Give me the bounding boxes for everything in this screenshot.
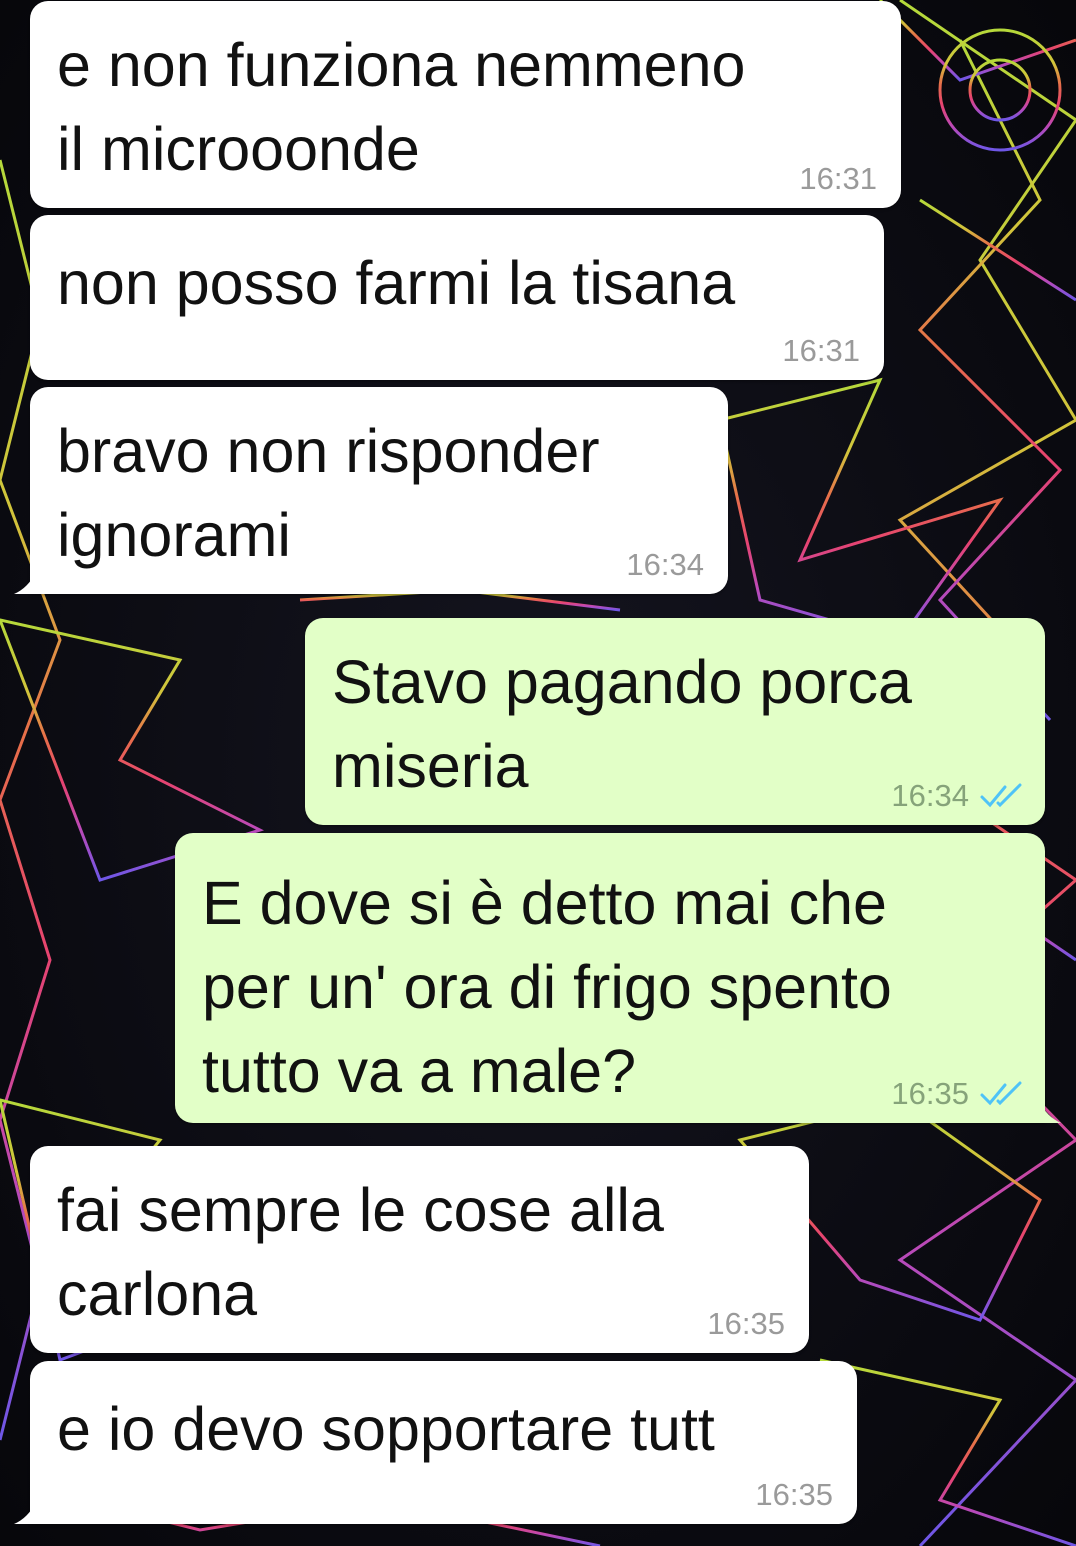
message-text: bravo non risponder ignorami (57, 417, 600, 569)
bubble-tail-icon (1039, 1101, 1061, 1123)
message-bubble-incoming[interactable]: e non funziona nemmeno il microoonde 16:… (30, 1, 901, 208)
message-timestamp: 16:35 (891, 1076, 969, 1111)
message-bubble-incoming[interactable]: non posso farmi la tisana 16:31 (30, 215, 884, 380)
message-text: e non funziona nemmeno il microoonde (57, 31, 746, 183)
message-timestamp: 16:31 (782, 333, 860, 368)
message-bubble-incoming[interactable]: e io devo sopportare tutt 16:35 (14, 1361, 857, 1524)
double-check-icon (980, 1081, 1022, 1106)
message-timestamp: 16:34 (891, 778, 969, 813)
message-text: fai sempre le cose alla carlona (57, 1176, 664, 1328)
message-bubble-outgoing[interactable]: E dove si è detto mai che per un' ora di… (175, 833, 1061, 1123)
conversation[interactable]: e non funziona nemmeno il microoonde 16:… (0, 0, 1076, 1546)
message-bubble-incoming[interactable]: fai sempre le cose alla carlona 16:35 (30, 1146, 809, 1353)
message-text: e io devo sopportare tutt (57, 1395, 715, 1463)
bubble-tail-icon (14, 1502, 36, 1524)
message-bubble-incoming[interactable]: bravo non risponder ignorami 16:34 (14, 387, 728, 594)
message-timestamp: 16:35 (755, 1477, 833, 1512)
message-bubble-outgoing[interactable]: Stavo pagando porca miseria 16:34 (305, 618, 1045, 825)
double-check-icon (980, 783, 1022, 808)
message-timestamp: 16:31 (799, 161, 877, 196)
message-timestamp: 16:35 (707, 1306, 785, 1341)
message-timestamp: 16:34 (626, 547, 704, 582)
message-text: non posso farmi la tisana (57, 249, 736, 317)
bubble-tail-icon (14, 572, 36, 594)
